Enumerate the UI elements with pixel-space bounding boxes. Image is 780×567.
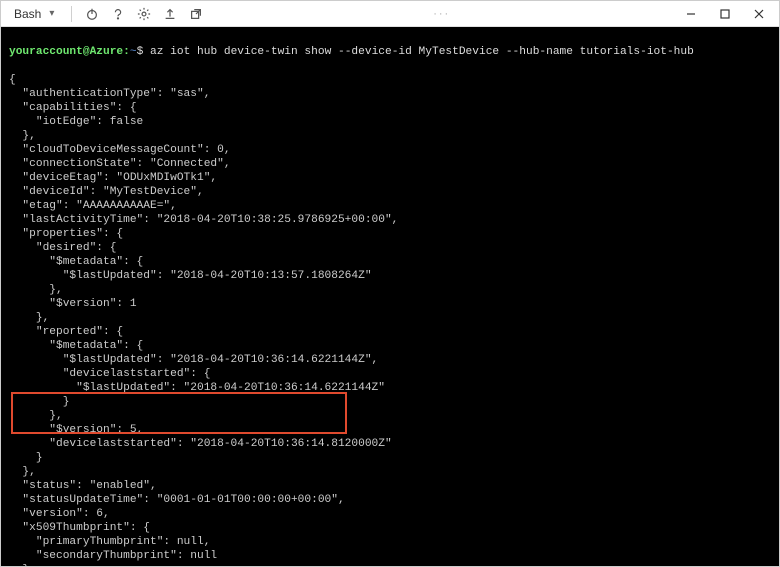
output-line: "etag": "AAAAAAAAAAE=", [9, 199, 771, 213]
output-line: "$metadata": { [9, 255, 771, 269]
output-line: }, [9, 283, 771, 297]
output-line: "reported": { [9, 325, 771, 339]
output-line: "lastActivityTime": "2018-04-20T10:38:25… [9, 213, 771, 227]
help-icon[interactable] [108, 4, 128, 24]
minimize-button[interactable] [677, 4, 705, 24]
shell-name-label: Bash [14, 7, 41, 21]
upload-icon[interactable] [160, 4, 180, 24]
new-window-icon[interactable] [186, 4, 206, 24]
output-line: "devicelaststarted": "2018-04-20T10:36:1… [9, 437, 771, 451]
prompt-path: ~ [130, 46, 137, 58]
output-line: "x509Thumbprint": { [9, 521, 771, 535]
output-line: "authenticationType": "sas", [9, 87, 771, 101]
output-line: "devicelaststarted": { [9, 367, 771, 381]
output-line: "status": "enabled", [9, 479, 771, 493]
output-line: "cloudToDeviceMessageCount": 0, [9, 143, 771, 157]
output-line: } [9, 451, 771, 465]
titlebar-left: Bash ▾ [7, 4, 206, 24]
output-line: "deviceEtag": "ODUxMDIwOTk1", [9, 171, 771, 185]
output-line: "statusUpdateTime": "0001-01-01T00:00:00… [9, 493, 771, 507]
close-button[interactable] [745, 4, 773, 24]
output-line: "connectionState": "Connected", [9, 157, 771, 171]
output-line: }, [9, 409, 771, 423]
prompt-user-host: youraccount@Azure [9, 46, 123, 58]
output-line: }, [9, 129, 771, 143]
output-line: "$version": 5, [9, 423, 771, 437]
title-center-dots: ··· [206, 8, 677, 20]
output-line: }, [9, 465, 771, 479]
terminal-output[interactable]: youraccount@Azure:~$ az iot hub device-t… [1, 27, 779, 566]
output-line: } [9, 563, 771, 566]
power-restart-icon[interactable] [82, 4, 102, 24]
output-line: "primaryThumbprint": null, [9, 535, 771, 549]
output-line: "secondaryThumbprint": null [9, 549, 771, 563]
output-line: "$lastUpdated": "2018-04-20T10:13:57.180… [9, 269, 771, 283]
output-line: "version": 6, [9, 507, 771, 521]
shell-dropdown[interactable]: Bash ▾ [7, 5, 61, 23]
output-line: "$version": 1 [9, 297, 771, 311]
window-controls [677, 4, 773, 24]
titlebar: Bash ▾ ··· [1, 1, 779, 27]
output-line: "capabilities": { [9, 101, 771, 115]
output-line: "$metadata": { [9, 339, 771, 353]
command-text: az iot hub device-twin show --device-id … [150, 46, 694, 58]
output-line: "deviceId": "MyTestDevice", [9, 185, 771, 199]
output-line: "$lastUpdated": "2018-04-20T10:36:14.622… [9, 353, 771, 367]
gear-icon[interactable] [134, 4, 154, 24]
maximize-button[interactable] [711, 4, 739, 24]
output-line: }, [9, 311, 771, 325]
output-line: { [9, 73, 771, 87]
output-line: } [9, 395, 771, 409]
output-line: "iotEdge": false [9, 115, 771, 129]
chevron-down-icon: ▾ [49, 8, 54, 19]
output-line: "properties": { [9, 227, 771, 241]
output-line: "desired": { [9, 241, 771, 255]
separator [71, 6, 72, 22]
output-line: "$lastUpdated": "2018-04-20T10:36:14.622… [9, 381, 771, 395]
